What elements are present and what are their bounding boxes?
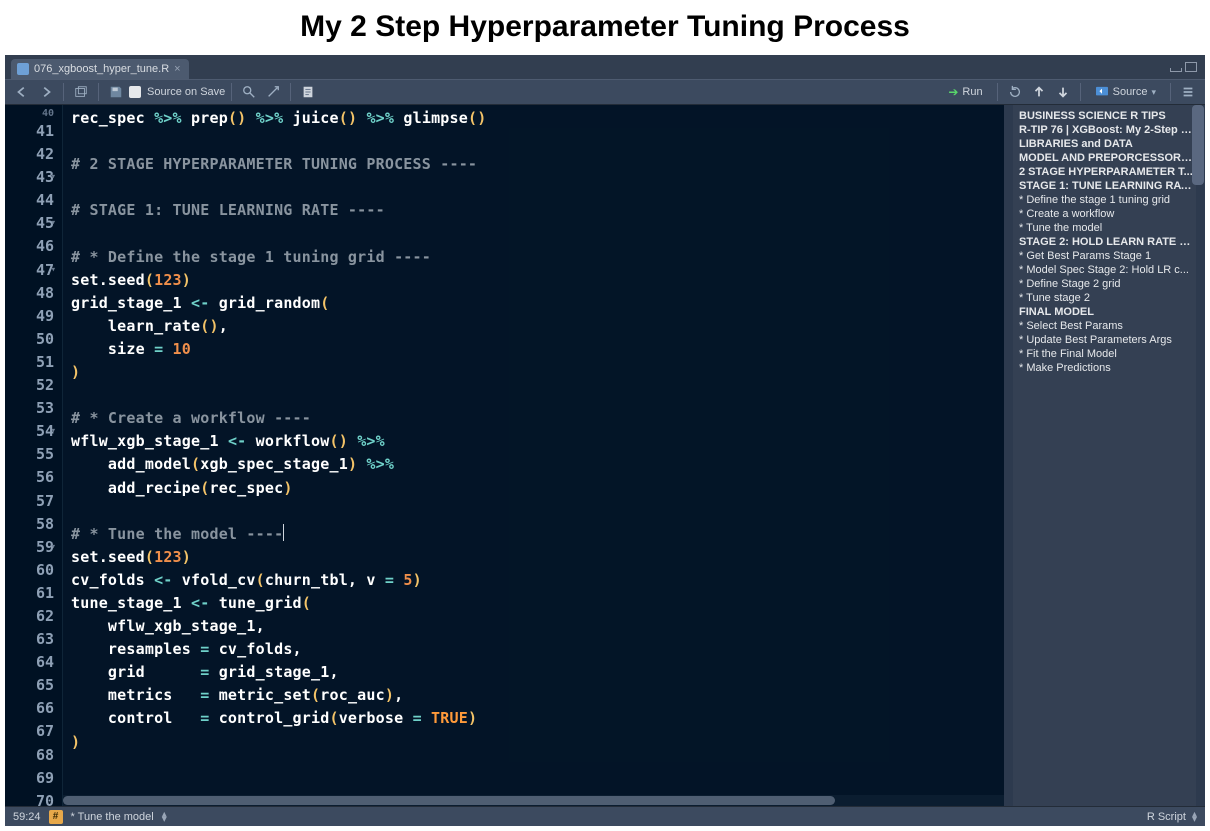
source-button-label: Source <box>1113 86 1148 98</box>
outline-item[interactable]: STAGE 2: HOLD LEARN RATE C... <box>1019 235 1205 249</box>
line-gutter: 4041424344454647484950515253545556575859… <box>5 105 63 806</box>
status-bar: 59:24 # * Tune the model ▴▾ R Script ▴▾ <box>5 806 1205 826</box>
outline-item[interactable]: 2 STAGE HYPERPARAMETER T... <box>1019 165 1205 179</box>
code-editor[interactable]: 4041424344454647484950515253545556575859… <box>5 105 1004 806</box>
outline-item[interactable]: LIBRARIES and DATA <box>1019 137 1205 151</box>
outline-item[interactable]: * Tune the model <box>1019 221 1205 235</box>
outline-item[interactable]: * Select Best Params <box>1019 319 1205 333</box>
editor-toolbar: Source on Save ➔ Run <box>5 79 1205 105</box>
run-label: Run <box>962 86 982 98</box>
outline-item[interactable]: * Define Stage 2 grid <box>1019 277 1205 291</box>
current-section-label[interactable]: * Tune the model <box>71 811 154 823</box>
outline-item[interactable]: * Define the stage 1 tuning grid <box>1019 193 1205 207</box>
maximize-pane-icon[interactable] <box>1185 62 1197 72</box>
outline-item[interactable]: MODEL AND PREPORCESSOR ... <box>1019 151 1205 165</box>
code-area[interactable]: rec_spec %>% prep() %>% juice() %>% glim… <box>63 105 1004 806</box>
outline-item[interactable]: * Model Spec Stage 2: Hold LR c... <box>1019 263 1205 277</box>
nav-back-button[interactable] <box>11 82 33 102</box>
section-stepper-icon[interactable]: ▴▾ <box>162 812 167 822</box>
find-button[interactable] <box>238 82 260 102</box>
page-title: My 2 Step Hyperparameter Tuning Process <box>300 10 910 44</box>
show-in-new-window-button[interactable] <box>70 82 92 102</box>
horizontal-scrollbar[interactable] <box>63 795 1004 806</box>
source-button[interactable]: Source ▾ <box>1087 84 1164 100</box>
pane-window-controls <box>1170 55 1205 79</box>
chevron-down-icon: ▾ <box>1151 87 1156 98</box>
source-on-save-label: Source on Save <box>147 86 225 98</box>
language-mode[interactable]: R Script <box>1147 811 1186 823</box>
h-scroll-thumb[interactable] <box>63 796 835 805</box>
run-button[interactable]: ➔ Run <box>940 83 990 101</box>
file-tab-label: 076_xgboost_hyper_tune.R <box>34 63 169 75</box>
run-arrow-icon: ➔ <box>948 85 958 99</box>
outline-item[interactable]: * Make Predictions <box>1019 361 1205 375</box>
save-button[interactable] <box>105 82 127 102</box>
source-icon <box>1095 86 1109 98</box>
outline-toggle-button[interactable] <box>1177 82 1199 102</box>
outline-item[interactable]: * Create a workflow <box>1019 207 1205 221</box>
code-tools-button[interactable] <box>262 82 284 102</box>
go-down-button[interactable] <box>1052 82 1074 102</box>
outline-item[interactable]: R-TIP 76 | XGBoost: My 2-Step H... <box>1019 123 1205 137</box>
document-outline[interactable]: BUSINESS SCIENCE R TIPSR-TIP 76 | XGBoos… <box>1013 105 1205 806</box>
file-tab[interactable]: 076_xgboost_hyper_tune.R × <box>11 59 189 79</box>
r-file-icon <box>17 63 29 75</box>
outline-item[interactable]: * Update Best Parameters Args <box>1019 333 1205 347</box>
editor-main: 4041424344454647484950515253545556575859… <box>5 105 1205 806</box>
compile-report-button[interactable] <box>297 82 319 102</box>
checkbox-icon <box>129 86 141 98</box>
outline-item[interactable]: * Get Best Params Stage 1 <box>1019 249 1205 263</box>
vertical-scrollbar[interactable] <box>1004 105 1013 806</box>
language-stepper-icon[interactable]: ▴▾ <box>1192 812 1197 822</box>
outline-item[interactable]: * Tune stage 2 <box>1019 291 1205 305</box>
outline-item[interactable]: FINAL MODEL <box>1019 305 1205 319</box>
minimize-pane-icon[interactable] <box>1170 68 1182 72</box>
tab-bar: 076_xgboost_hyper_tune.R × <box>5 55 1205 79</box>
nav-forward-button[interactable] <box>35 82 57 102</box>
ide-window: 076_xgboost_hyper_tune.R × Source on Sav… <box>5 55 1205 826</box>
go-up-button[interactable] <box>1028 82 1050 102</box>
rerun-button[interactable] <box>1004 82 1026 102</box>
outline-item[interactable]: BUSINESS SCIENCE R TIPS <box>1019 109 1205 123</box>
outline-item[interactable]: * Fit the Final Model <box>1019 347 1205 361</box>
close-tab-icon[interactable]: × <box>174 63 180 75</box>
source-on-save-checkbox[interactable]: Source on Save <box>129 86 225 98</box>
outline-item[interactable]: STAGE 1: TUNE LEARNING RATE <box>1019 179 1205 193</box>
outline-scroll-thumb[interactable] <box>1192 105 1204 185</box>
page-title-region: My 2 Step Hyperparameter Tuning Process <box>0 0 1210 54</box>
